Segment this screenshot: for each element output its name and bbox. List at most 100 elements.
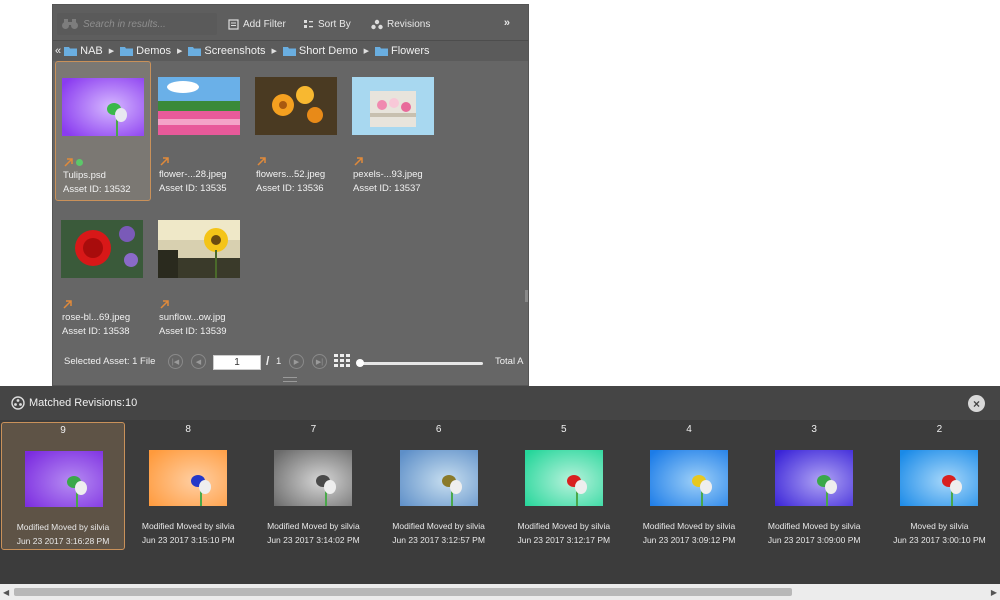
link-icon: [160, 157, 169, 166]
asset-name: flowers...52.jpeg: [256, 169, 326, 180]
revisions-icon: [11, 396, 25, 410]
horizontal-scrollbar[interactable]: ◀ ▶: [0, 584, 1000, 600]
folder-icon: [64, 47, 78, 56]
asset-thumbnail: [61, 220, 143, 278]
asset-tile[interactable]: rose-bl...69.jpeg Asset ID: 13538: [55, 204, 151, 344]
prev-page-button[interactable]: ◀: [191, 354, 206, 369]
panel-resize-handle[interactable]: [283, 377, 297, 382]
next-page-icon: ▶: [293, 358, 300, 366]
grid-view-icon[interactable]: [334, 354, 350, 368]
sort-by-label: Sort By: [318, 18, 351, 30]
revision-tile[interactable]: 3 Modified Moved by silvia Jun 23 2017 3:0…: [752, 422, 876, 550]
asset-thumbnail: [255, 77, 337, 135]
revision-description: Modified Moved by silvia: [141, 521, 235, 531]
link-icon: [354, 157, 363, 166]
breadcrumb-separator-icon: ▶: [108, 48, 115, 55]
breadcrumb-label: Short Demo: [298, 45, 358, 57]
scrollbar-thumb[interactable]: [14, 588, 792, 596]
revision-thumbnail: [399, 450, 478, 506]
app-window: Add Filter Sort By Revisions » « NAB ▶ D…: [0, 0, 1000, 600]
revision-tile[interactable]: 6 Modified Moved by silvia Jun 23 2017 3:1…: [377, 422, 501, 550]
search-box[interactable]: [57, 13, 217, 35]
revision-number: 9: [60, 425, 66, 436]
breadcrumb-label: Screenshots: [204, 45, 266, 57]
add-filter-button[interactable]: Add Filter: [228, 15, 286, 33]
breadcrumb-item-screenshots[interactable]: Screenshots: [188, 45, 266, 57]
last-page-button[interactable]: ▶|: [312, 354, 327, 369]
asset-thumbnail: [352, 77, 434, 135]
asset-thumbnail: [62, 78, 144, 136]
breadcrumb-item-short-demo[interactable]: Short Demo: [282, 45, 358, 57]
revision-tile[interactable]: 5 Modified Moved by silvia Jun 23 2017 3:1…: [502, 422, 626, 550]
revision-description: Modified Moved by silvia: [517, 521, 611, 531]
link-icon: [257, 157, 266, 166]
breadcrumb-back-button[interactable]: «: [55, 45, 61, 57]
revision-tile[interactable]: 9 Modified Moved by silvia Jun 23 2017 3:1…: [1, 422, 125, 550]
asset-name: sunflow...ow.jpg: [159, 312, 226, 323]
revision-tile[interactable]: 2 Moved by silvia Jun 23 2017 3:00:10 PM: [877, 422, 1000, 550]
asset-badges: [354, 157, 363, 166]
asset-tile[interactable]: flower-...28.jpeg Asset ID: 13535: [152, 61, 248, 201]
total-assets-label: Total A: [495, 356, 524, 367]
asset-badges: [257, 157, 266, 166]
folder-icon: [120, 47, 134, 56]
revisions-header: Matched Revisions:10 ×: [0, 386, 1000, 420]
revisions-button[interactable]: Revisions: [371, 15, 430, 33]
revisions-title: Matched Revisions:10: [29, 397, 138, 409]
revision-number: 8: [185, 424, 191, 435]
asset-badges: [63, 300, 72, 309]
slider-handle[interactable]: [356, 359, 364, 367]
breadcrumb-label: Demos: [136, 45, 171, 57]
close-icon: ×: [972, 396, 980, 411]
revisions-panel: Matched Revisions:10 × 9 Modified Moved b…: [0, 386, 1000, 600]
asset-id: Asset ID: 13536: [256, 183, 324, 194]
revision-number: 4: [686, 424, 692, 435]
scroll-right-icon[interactable]: ▶: [991, 588, 997, 597]
asset-id: Asset ID: 13532: [63, 184, 131, 195]
vertical-scrollbar[interactable]: [525, 290, 528, 302]
asset-thumbnail: [158, 220, 240, 278]
asset-tile[interactable]: pexels-...93.jpeg Asset ID: 13537: [346, 61, 442, 201]
link-icon: [64, 158, 73, 167]
link-icon: [63, 300, 72, 309]
search-input[interactable]: [83, 18, 213, 30]
scroll-left-icon[interactable]: ◀: [3, 588, 9, 597]
page-number-input[interactable]: [213, 355, 261, 370]
sort-icon: [304, 19, 313, 28]
revision-thumbnail: [149, 450, 228, 506]
revision-description: Modified Moved by silvia: [16, 522, 110, 532]
asset-badges: [160, 157, 169, 166]
thumbnail-size-slider[interactable]: [356, 359, 483, 367]
revision-date: Jun 23 2017 3:16:28 PM: [16, 536, 110, 546]
add-filter-label: Add Filter: [243, 18, 286, 30]
revisions-label: Revisions: [387, 18, 431, 30]
revision-number: 7: [310, 424, 317, 435]
revision-date: Jun 23 2017 3:09:12 PM: [642, 535, 736, 545]
total-pages: 1: [276, 356, 282, 367]
revision-tile[interactable]: 7 Modified Moved by silvia Jun 23 2017 3:1…: [251, 422, 375, 550]
last-page-icon: ▶|: [315, 358, 324, 366]
breadcrumb-separator-icon: ▶: [176, 48, 183, 55]
asset-tile[interactable]: Tulips.psd Asset ID: 13532: [55, 61, 151, 201]
breadcrumb-item-flowers[interactable]: Flowers: [375, 45, 430, 57]
breadcrumb-item-demos[interactable]: Demos: [120, 45, 171, 57]
asset-thumbnail: [158, 77, 240, 135]
revision-thumbnail: [775, 450, 854, 506]
folder-icon: [282, 47, 296, 56]
next-page-button[interactable]: ▶: [289, 354, 304, 369]
revision-date: Jun 23 2017 3:15:10 PM: [141, 535, 235, 545]
more-toolbar-button[interactable]: »: [504, 17, 510, 29]
folder-icon: [375, 47, 389, 56]
breadcrumb-item-nab[interactable]: NAB: [64, 45, 103, 57]
revision-description: Modified Moved by silvia: [267, 521, 360, 531]
revision-tile[interactable]: 8 Modified Moved by silvia Jun 23 2017 3:1…: [126, 422, 250, 550]
revision-description: Moved by silvia: [910, 521, 969, 531]
asset-tile[interactable]: sunflow...ow.jpg Asset ID: 13539: [152, 204, 248, 344]
first-page-button[interactable]: |◀: [168, 354, 183, 369]
close-revisions-button[interactable]: ×: [968, 395, 985, 412]
asset-tile[interactable]: flowers...52.jpeg Asset ID: 13536: [249, 61, 345, 201]
pagination-bar: Selected Asset: 1 File |◀ ◀ / 1 ▶ ▶| Tot…: [53, 348, 528, 374]
revision-number: 3: [811, 424, 817, 435]
sort-by-button[interactable]: Sort By: [303, 15, 351, 33]
revision-tile[interactable]: 4 Modified Moved by silvia Jun 23 2017 3:0…: [627, 422, 751, 550]
